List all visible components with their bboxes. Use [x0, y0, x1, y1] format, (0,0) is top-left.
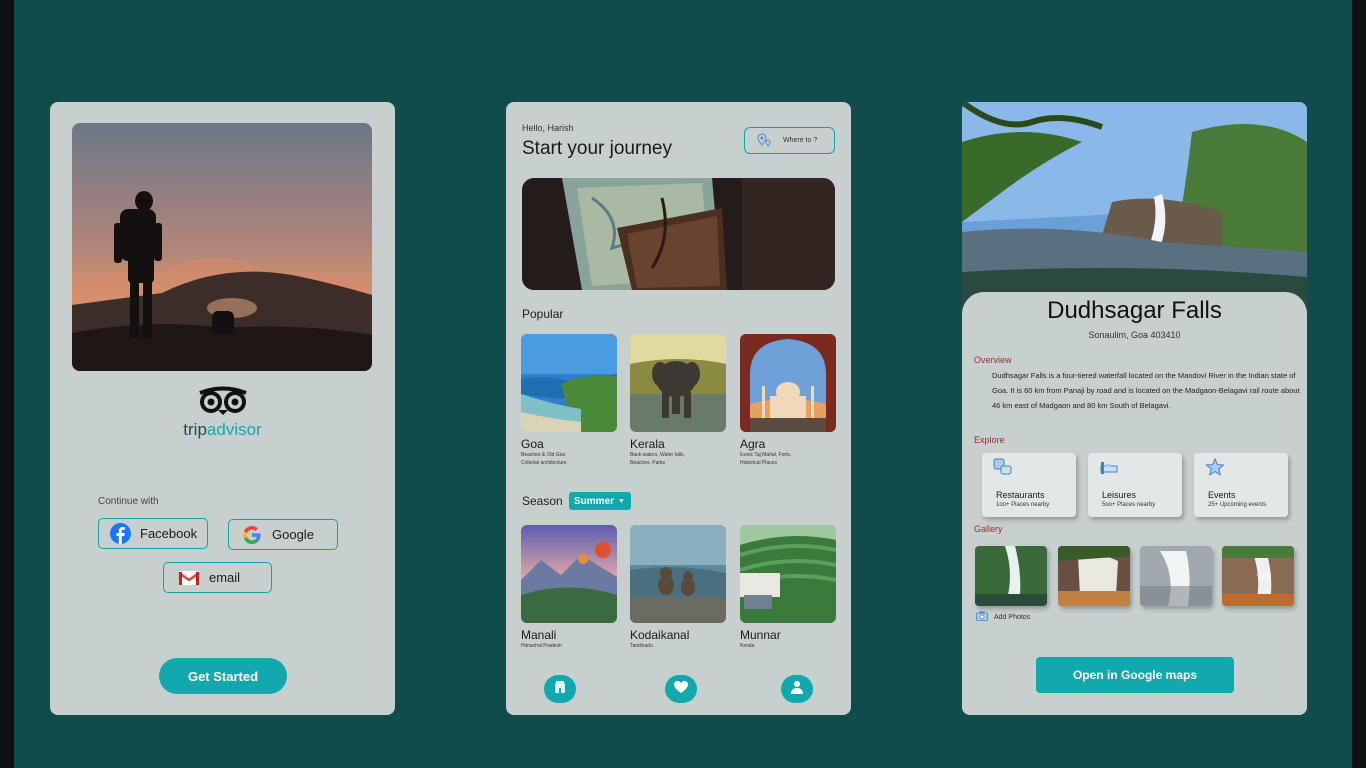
- gmail-icon: [178, 567, 200, 589]
- season-card-kodaikanal[interactable]: Kodaikanal Tamilnadu: [630, 525, 726, 650]
- place-desc: Colonial architecture: [521, 460, 567, 466]
- explore-restaurants-card[interactable]: Restaurants 1oo+ Places nearby: [982, 453, 1076, 517]
- manali-image: [521, 525, 617, 623]
- chevron-down-icon: ▼: [618, 497, 625, 505]
- place-detail-screen: Dudhsagar Falls Sonaulim, Goa 403410 Ove…: [962, 102, 1307, 715]
- hiker-sunset-image: [72, 123, 372, 371]
- popular-card-kerala[interactable]: Kerala Back waters, Water falls, Beaches…: [630, 334, 726, 467]
- place-name: Kodaikanal: [630, 628, 690, 642]
- place-name: Manali: [521, 628, 557, 642]
- open-google-maps-button[interactable]: Open in Google maps: [1036, 657, 1234, 693]
- explore-events-card[interactable]: Events 25+ Upcoming events: [1194, 453, 1288, 517]
- popular-heading: Popular: [522, 307, 564, 321]
- travel-banner-image: [522, 178, 835, 290]
- heart-icon: [673, 680, 689, 699]
- explore-title: Events: [1208, 490, 1236, 500]
- add-photos-label: Add Photos: [994, 613, 1031, 621]
- gallery-photo[interactable]: [1140, 546, 1212, 606]
- explore-title: Restaurants: [996, 490, 1045, 500]
- bed-icon: [1099, 458, 1119, 476]
- kerala-image: [630, 334, 726, 432]
- facebook-icon: [109, 523, 131, 545]
- kodaikanal-image: [630, 525, 726, 623]
- explore-subtitle: 5oo+ Places nearby: [1102, 502, 1156, 508]
- place-desc: Iconic Taj Mahal, Forts,: [740, 452, 792, 458]
- waterfall-hero-image: [962, 102, 1307, 322]
- season-card-manali[interactable]: Manali Himachal Pradesh: [521, 525, 617, 650]
- place-desc: Himachal Pradesh: [521, 643, 562, 649]
- nav-profile-button[interactable]: [781, 675, 813, 703]
- nav-home-button[interactable]: [544, 675, 576, 703]
- where-to-search[interactable]: Where to ?: [744, 127, 835, 154]
- place-name: Agra: [740, 437, 766, 451]
- season-dropdown[interactable]: Summer ▼: [569, 492, 631, 510]
- continue-with-label: Continue with: [98, 496, 159, 507]
- popular-card-agra[interactable]: Agra Iconic Taj Mahal, Forts, Historical…: [740, 334, 836, 467]
- home-icon: [553, 680, 567, 699]
- email-label: email: [209, 570, 241, 585]
- explore-leisures-card[interactable]: Leisures 5oo+ Places nearby: [1088, 453, 1182, 517]
- place-name: Goa: [521, 437, 544, 451]
- place-desc: Historical Places: [740, 460, 777, 466]
- gallery-more-count: +28: [1256, 570, 1272, 580]
- tripadvisor-owl-logo: [196, 384, 250, 416]
- google-label: Google: [272, 527, 314, 542]
- season-card-munnar[interactable]: Munnar Kerala: [740, 525, 836, 650]
- facebook-label: Facebook: [140, 526, 198, 541]
- place-desc: Tamilnadu: [630, 643, 653, 649]
- gallery-photo[interactable]: [1058, 546, 1130, 606]
- login-screen: tripadvisor Continue with Facebook Googl…: [50, 102, 395, 715]
- place-title: Dudhsagar Falls: [1047, 297, 1222, 324]
- restaurant-icon: [993, 458, 1013, 476]
- overview-heading: Overview: [974, 355, 1012, 365]
- place-desc: Kerala: [740, 643, 755, 649]
- location-pin-icon: [757, 132, 773, 149]
- add-photos-button[interactable]: Add Photos: [976, 611, 1030, 623]
- google-icon: [241, 524, 263, 546]
- where-to-placeholder: Where to ?: [783, 137, 818, 144]
- explore-title: Leisures: [1102, 490, 1137, 500]
- user-icon: [790, 680, 804, 699]
- greeting: Hello, Harish: [522, 123, 574, 133]
- place-desc: Back waters, Water falls,: [630, 452, 685, 458]
- place-name: Munnar: [740, 628, 781, 642]
- place-address: Sonaulim, Goa 403410: [1088, 330, 1181, 340]
- season-heading: Season: [522, 494, 563, 508]
- munnar-image: [740, 525, 836, 623]
- place-desc: Beaches, Parks: [630, 460, 666, 466]
- google-login-button[interactable]: Google: [228, 519, 338, 550]
- page-title: Start your journey: [522, 138, 672, 159]
- facebook-login-button[interactable]: Facebook: [98, 518, 208, 549]
- gallery-photo-more[interactable]: +28: [1222, 546, 1294, 606]
- explore-heading: Explore: [974, 435, 1005, 445]
- place-desc: Beaches & Old Goa: [521, 452, 566, 458]
- tripadvisor-wordmark: tripadvisor: [183, 420, 262, 439]
- goa-image: [521, 334, 617, 432]
- camera-icon: [976, 611, 988, 623]
- email-login-button[interactable]: email: [163, 562, 272, 593]
- gallery-photo[interactable]: [975, 546, 1047, 606]
- get-started-button[interactable]: Get Started: [159, 658, 287, 694]
- popular-card-goa[interactable]: Goa Beaches & Old Goa Colonial architect…: [521, 334, 617, 467]
- home-screen: Hello, Harish Start your journey Where t…: [506, 102, 851, 715]
- star-icon: [1205, 457, 1225, 476]
- explore-subtitle: 1oo+ Places nearby: [996, 502, 1050, 508]
- place-name: Kerala: [630, 437, 665, 451]
- gallery-heading: Gallery: [974, 524, 1003, 534]
- explore-subtitle: 25+ Upcoming events: [1208, 502, 1267, 508]
- agra-image: [740, 334, 836, 432]
- overview-text: Dudhsagar Falls is a four-tiered waterfa…: [992, 371, 1300, 410]
- nav-favorites-button[interactable]: [665, 675, 697, 703]
- season-value: Summer: [574, 495, 615, 507]
